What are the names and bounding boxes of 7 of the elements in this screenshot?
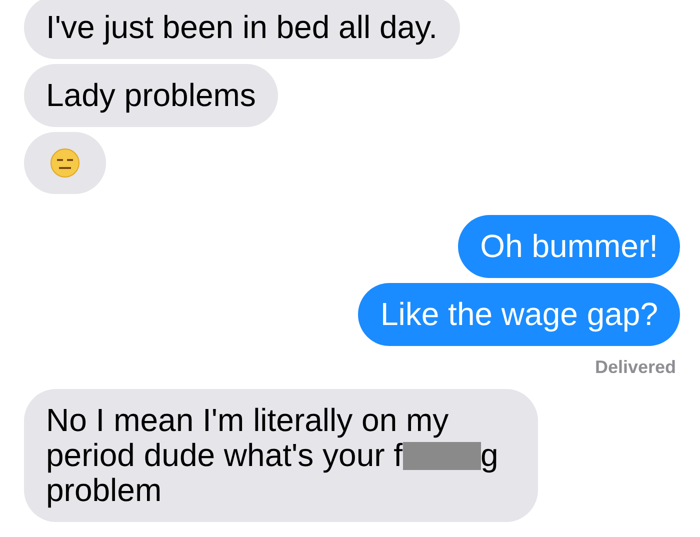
message-bubble: I've just been in bed all day. <box>24 0 460 59</box>
message-bubble: Oh bummer! <box>458 215 680 278</box>
message-bubble: Lady problems <box>24 64 278 127</box>
delivery-status: Delivered <box>594 357 676 378</box>
expressionless-face-icon <box>50 148 80 178</box>
message-bubble: Like the wage gap? <box>358 283 680 346</box>
message-bubble: No I mean I'm literally on my period dude what's your f g problem <box>24 389 538 522</box>
